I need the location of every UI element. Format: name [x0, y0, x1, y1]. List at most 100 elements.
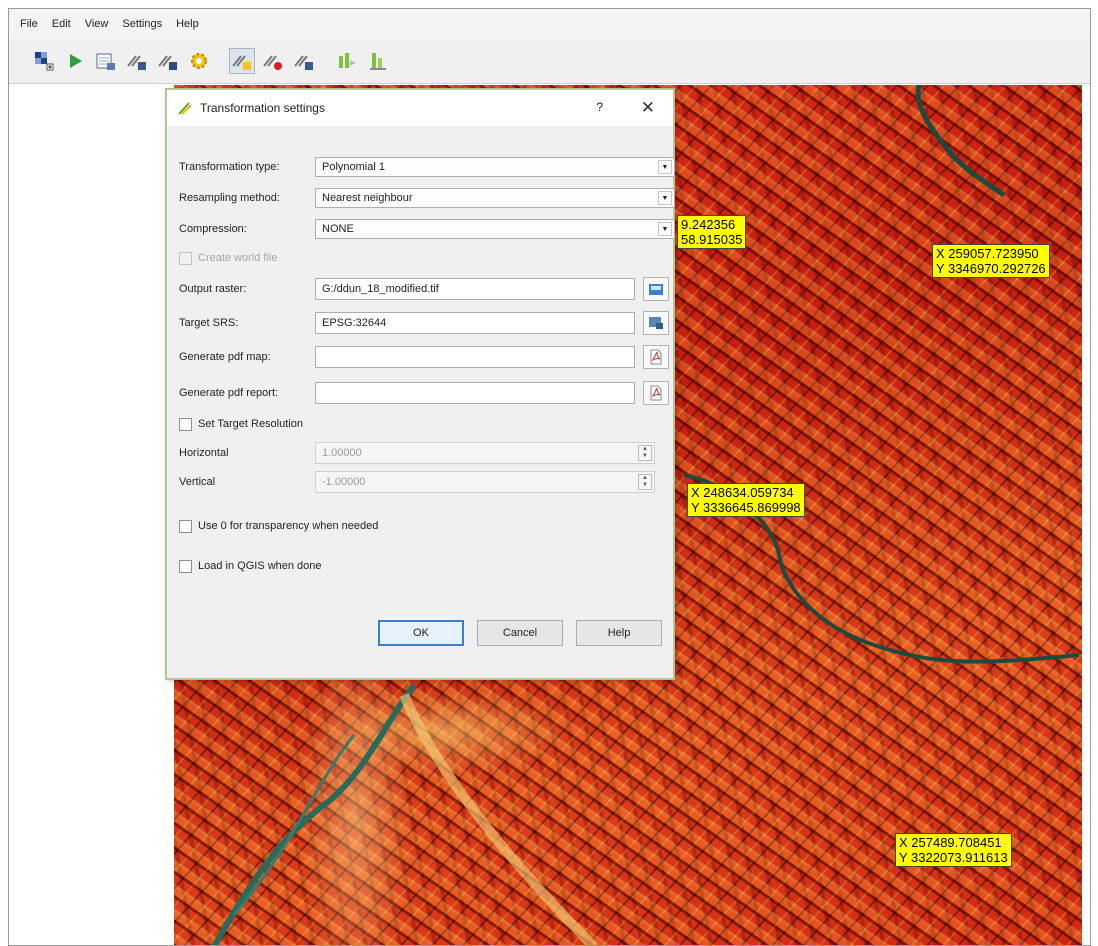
ok-button[interactable]: OK [378, 620, 464, 646]
generate-gdal-script-button[interactable] [93, 48, 119, 74]
compression-select[interactable]: NONE ▼ [315, 219, 675, 239]
chevron-down-icon: ▼ [658, 160, 672, 174]
zoom-to-layer-button[interactable] [365, 48, 391, 74]
georeferencer-window: File Edit View Settings Help 9.242356 58… [8, 8, 1091, 946]
generate-gdal-script-icon [96, 53, 115, 70]
crs-globe-icon [649, 317, 663, 329]
menu-settings[interactable]: Settings [115, 18, 169, 30]
gcp-label-1[interactable]: 9.242356 58.915035 [677, 215, 747, 249]
output-raster-input[interactable]: G:/ddun_18_modified.tif [315, 278, 635, 300]
gcp-label-4[interactable]: X 257489.708451 Y 3322073.911613 [895, 833, 1012, 867]
create-world-file-checkbox[interactable] [179, 251, 192, 265]
dialog-close-icon[interactable]: ✕ [641, 98, 655, 118]
transformation-type-select[interactable]: Polynomial 1 ▼ [315, 157, 675, 177]
pdf-report-row: Generate pdf report: [179, 381, 675, 405]
target-srs-row: Target SRS: EPSG:32644 [179, 311, 675, 335]
pdf-report-input[interactable] [315, 382, 635, 404]
open-raster-button[interactable] [31, 48, 57, 74]
menu-edit[interactable]: Edit [45, 18, 78, 30]
create-world-file-label: Create world file [198, 252, 278, 264]
delete-point-icon [263, 55, 282, 70]
horizontal-row: Horizontal 1.00000 ▲ ▼ [179, 442, 675, 464]
gcp-label-2-x: X 259057.723950 [936, 246, 1039, 261]
use-zero-transparency-label: Use 0 for transparency when needed [198, 520, 379, 532]
open-raster-icon [35, 52, 54, 71]
cancel-button[interactable]: Cancel [477, 620, 563, 646]
start-georeferencing-button[interactable] [62, 48, 88, 74]
save-file-icon [649, 284, 663, 295]
menu-help[interactable]: Help [169, 18, 206, 30]
vertical-label: Vertical [179, 476, 216, 488]
pan-button[interactable] [334, 48, 360, 74]
load-in-qgis-label: Load in QGIS when done [198, 560, 322, 572]
use-zero-transparency-checkbox[interactable] [179, 519, 192, 533]
output-raster-row: Output raster: G:/ddun_18_modified.tif [179, 277, 675, 301]
use-zero-transparency-row: Use 0 for transparency when needed [179, 515, 378, 537]
menu-file[interactable]: File [13, 18, 45, 30]
transformation-settings-dialog: Transformation settings ? ✕ Transformati… [166, 89, 675, 679]
pan-icon [339, 53, 356, 68]
compression-label: Compression: [179, 223, 247, 235]
chevron-down-icon: ▼ [658, 191, 672, 205]
save-gcp-points-button[interactable] [155, 48, 181, 74]
transformation-type-value: Polynomial 1 [322, 161, 385, 173]
load-in-qgis-checkbox[interactable] [179, 559, 192, 573]
move-gcp-point-button[interactable] [291, 48, 317, 74]
spin-arrows-icon[interactable]: ▲ ▼ [638, 474, 652, 490]
target-srs-input[interactable]: EPSG:32644 [315, 312, 635, 334]
browse-output-raster-button[interactable] [643, 277, 669, 301]
add-point-button[interactable] [229, 48, 255, 74]
gcp-label-2-y: Y 3346970.292726 [936, 261, 1046, 276]
menu-bar: File Edit View Settings Help [9, 9, 1090, 39]
resampling-method-value: Nearest neighbour [322, 192, 413, 204]
vertical-value: -1.00000 [322, 476, 366, 488]
gcp-label-3-x: X 248634.059734 [691, 485, 794, 500]
menu-view[interactable]: View [78, 18, 116, 30]
resampling-method-row: Resampling method: Nearest neighbour ▼ [179, 187, 675, 209]
pdf-map-row: Generate pdf map: [179, 345, 675, 369]
vertical-row: Vertical -1.00000 ▲ ▼ [179, 471, 675, 493]
create-world-file-row: Create world file [179, 247, 277, 269]
gcp-label-3[interactable]: X 248634.059734 Y 3336645.869998 [687, 483, 805, 517]
pdf-report-label: Generate pdf report: [179, 387, 279, 399]
dialog-title-bar[interactable]: Transformation settings ? ✕ [167, 90, 673, 126]
horizontal-label: Horizontal [179, 447, 229, 459]
pdf-file-icon [650, 385, 662, 401]
georeferencer-toolbar [9, 39, 1090, 84]
resampling-method-label: Resampling method: [179, 192, 280, 204]
transformation-type-row: Transformation type: Polynomial 1 ▼ [179, 156, 675, 178]
target-srs-label: Target SRS: [179, 317, 239, 329]
start-georeferencing-icon [70, 54, 82, 68]
transformation-settings-icon [191, 53, 207, 69]
browse-pdf-report-button[interactable] [643, 381, 669, 405]
pdf-map-input[interactable] [315, 346, 635, 368]
load-in-qgis-row: Load in QGIS when done [179, 555, 322, 577]
delete-point-button[interactable] [260, 48, 286, 74]
horizontal-spinbox[interactable]: 1.00000 ▲ ▼ [315, 442, 655, 464]
set-target-resolution-checkbox[interactable] [179, 417, 192, 431]
browse-pdf-map-button[interactable] [643, 345, 669, 369]
horizontal-value: 1.00000 [322, 447, 362, 459]
gcp-label-3-y: Y 3336645.869998 [691, 500, 801, 515]
load-gcp-points-icon [127, 55, 146, 70]
compression-row: Compression: NONE ▼ [179, 218, 675, 240]
transformation-type-label: Transformation type: [179, 161, 280, 173]
save-gcp-points-icon [158, 55, 177, 70]
pdf-map-label: Generate pdf map: [179, 351, 271, 363]
resampling-method-select[interactable]: Nearest neighbour ▼ [315, 188, 675, 208]
pdf-file-icon [650, 349, 662, 365]
load-gcp-points-button[interactable] [124, 48, 150, 74]
dialog-title: Transformation settings [200, 101, 325, 115]
vertical-spinbox[interactable]: -1.00000 ▲ ▼ [315, 471, 655, 493]
transformation-settings-title-icon [178, 102, 192, 115]
gcp-label-1-x: 9.242356 [681, 217, 736, 232]
move-gcp-point-icon [294, 55, 313, 70]
gcp-label-2[interactable]: X 259057.723950 Y 3346970.292726 [932, 244, 1050, 278]
transformation-settings-button[interactable] [186, 48, 212, 74]
gcp-label-4-y: Y 3322073.911613 [899, 850, 1008, 865]
help-button[interactable]: Help [576, 620, 662, 646]
add-point-icon [232, 55, 251, 70]
spin-arrows-icon[interactable]: ▲ ▼ [638, 445, 652, 461]
dialog-help-icon[interactable]: ? [596, 100, 603, 114]
select-crs-button[interactable] [643, 311, 669, 335]
